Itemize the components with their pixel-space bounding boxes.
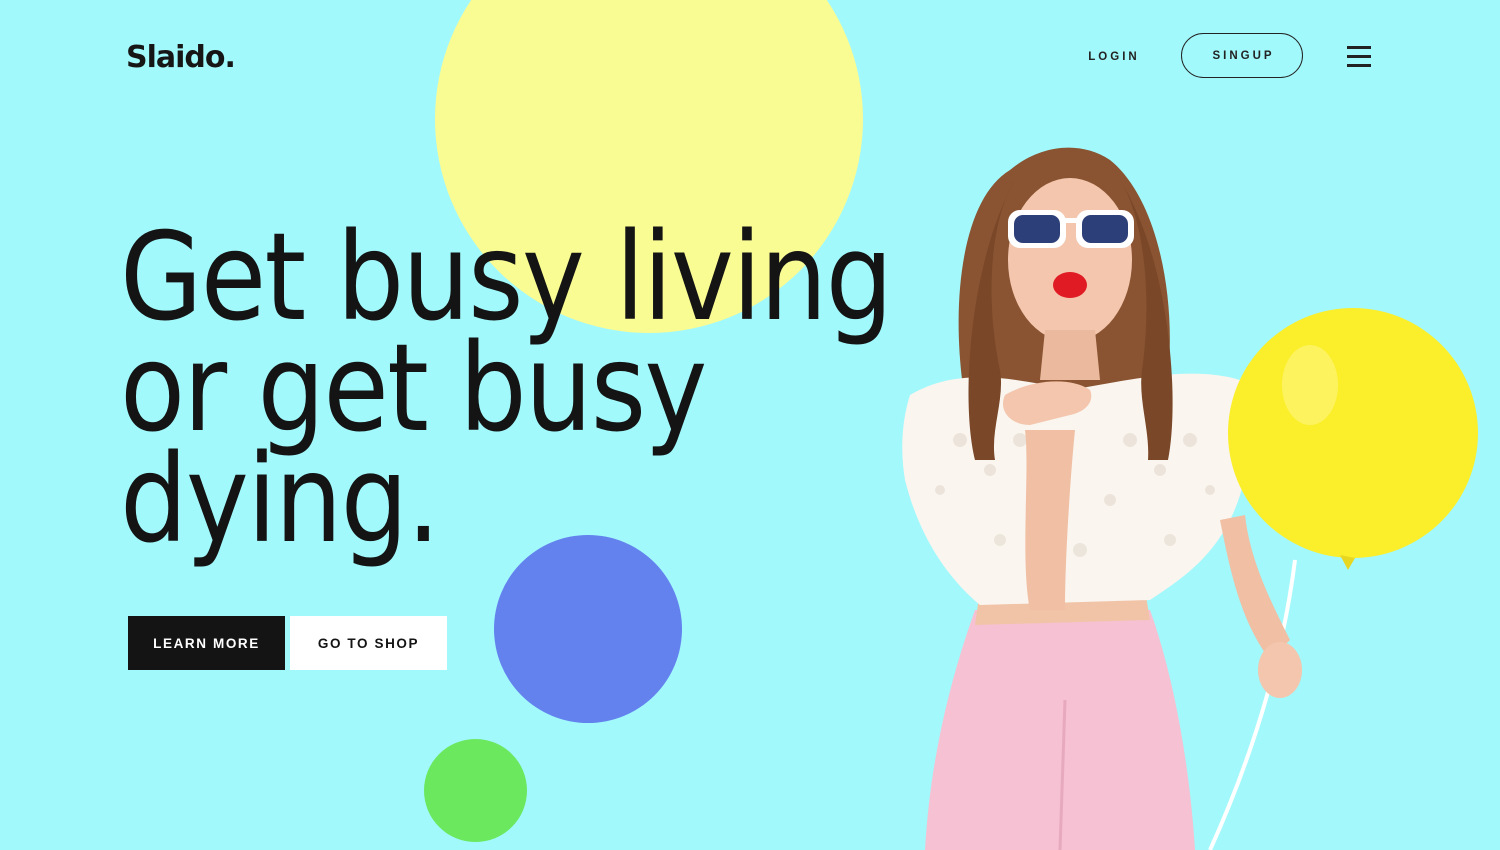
go-to-shop-label: GO TO SHOP bbox=[317, 635, 420, 651]
signup-label: SINGUP bbox=[1212, 49, 1275, 62]
decor-green-circle bbox=[424, 739, 527, 842]
hero-headline: Get busy living or get busy dying. bbox=[120, 207, 893, 570]
login-link[interactable]: LOGIN bbox=[1070, 47, 1158, 67]
headline-line: Get busy living bbox=[120, 207, 893, 348]
brand-logo[interactable]: Slaido. bbox=[126, 40, 236, 75]
signup-button[interactable]: SINGUP bbox=[1181, 33, 1303, 78]
headline-line: or get busy bbox=[120, 318, 707, 459]
go-to-shop-button[interactable]: GO TO SHOP bbox=[290, 616, 447, 670]
learn-more-button[interactable]: LEARN MORE bbox=[128, 616, 285, 670]
headline-line: dying. bbox=[120, 429, 440, 570]
learn-more-label: LEARN MORE bbox=[153, 635, 260, 651]
hamburger-menu-icon[interactable] bbox=[1346, 46, 1374, 68]
hero-woman-image bbox=[880, 140, 1480, 850]
decor-blue-circle bbox=[494, 535, 682, 723]
